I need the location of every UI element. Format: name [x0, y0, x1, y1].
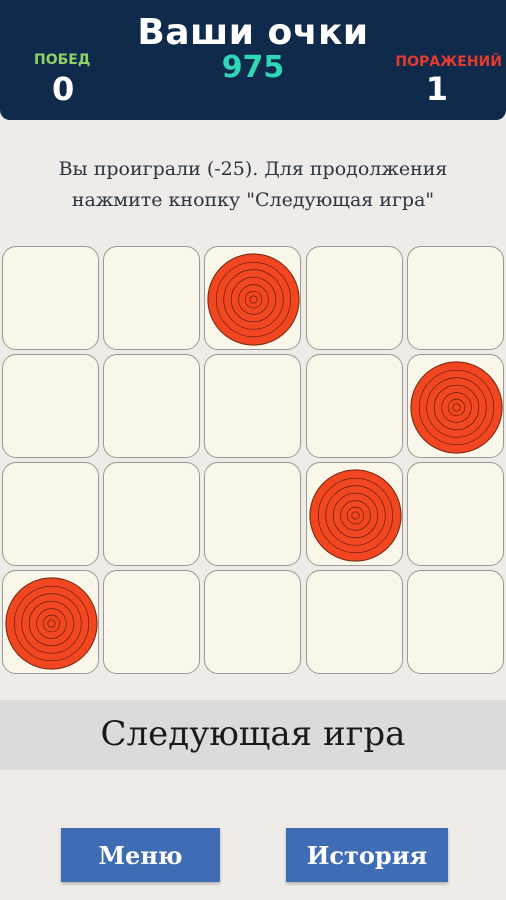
status-message-line-1: Вы проиграли (-25). Для продолжения: [58, 158, 448, 180]
board-cell[interactable]: [2, 570, 99, 674]
board-cell[interactable]: [305, 354, 403, 458]
losses-count: 1: [425, 70, 448, 108]
board-cell[interactable]: [2, 462, 99, 566]
target-icon: [308, 469, 402, 562]
board-cell[interactable]: [204, 570, 302, 674]
target-icon: [207, 253, 301, 346]
score-header: Ваши очки ПОБЕД 0 975 ПОРАЖЕНИЙ 1: [0, 0, 506, 120]
board-cell[interactable]: [406, 462, 504, 566]
board-cell[interactable]: [204, 246, 302, 350]
page-title: Ваши очки: [137, 12, 369, 53]
target-icon: [410, 361, 503, 454]
target-icon: [5, 577, 98, 670]
board-cell[interactable]: [204, 354, 302, 458]
next-game-button[interactable]: Следующая игра: [0, 714, 506, 754]
board-cell[interactable]: [406, 354, 504, 458]
losses-label: ПОРАЖЕНИЙ: [395, 54, 502, 70]
menu-button[interactable]: Меню: [61, 828, 220, 882]
board-cell[interactable]: [103, 570, 201, 674]
board-cell[interactable]: [305, 246, 403, 350]
board-cell[interactable]: [406, 570, 504, 674]
board-cell[interactable]: [305, 462, 403, 566]
next-game-bar: Следующая игра: [0, 700, 506, 770]
board-cell[interactable]: [103, 462, 201, 566]
board-cell[interactable]: [103, 246, 201, 350]
board-cell[interactable]: [204, 462, 302, 566]
status-message: Вы проиграли (-25). Для продолжения нажм…: [0, 154, 506, 216]
board-cell[interactable]: [305, 570, 403, 674]
history-button[interactable]: История: [286, 828, 448, 882]
game-board: [0, 244, 506, 680]
status-message-line-2: нажмите кнопку "Следующая игра": [71, 189, 435, 211]
board-cell[interactable]: [103, 354, 201, 458]
board-cell[interactable]: [406, 246, 504, 350]
board-cell[interactable]: [2, 246, 99, 350]
board-cell[interactable]: [2, 354, 99, 458]
